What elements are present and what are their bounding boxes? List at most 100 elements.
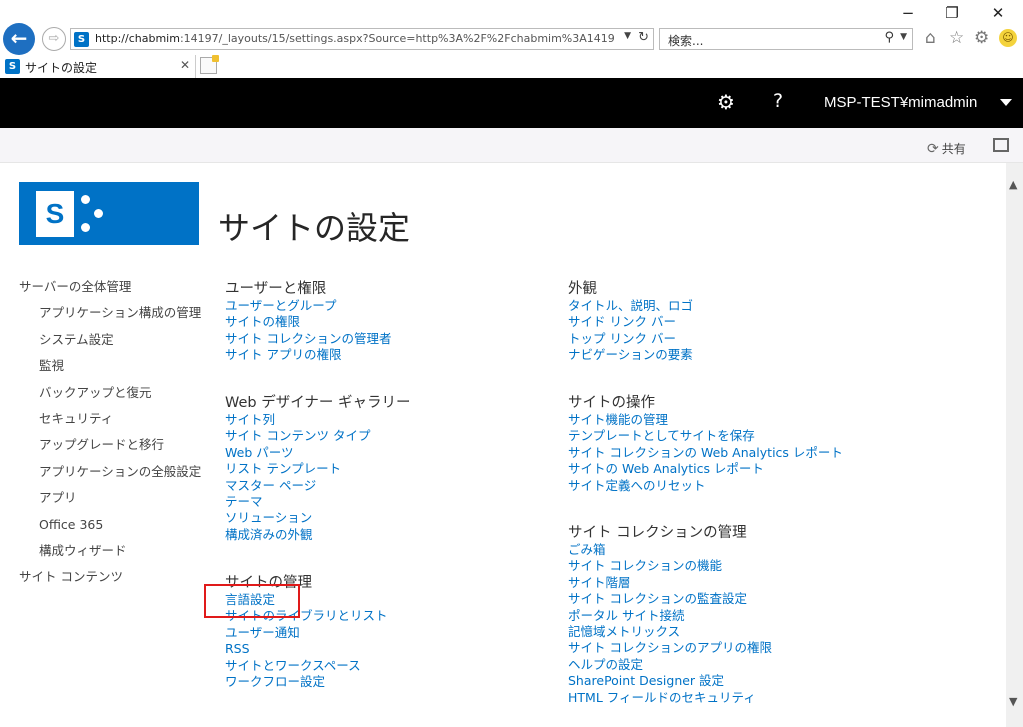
vertical-scrollbar[interactable]: ▲ ▼ [1006, 163, 1023, 727]
link-help-settings[interactable]: ヘルプの設定 [568, 657, 898, 673]
sharepoint-logo[interactable]: S [19, 182, 199, 245]
link-site-columns[interactable]: サイト列 [225, 412, 555, 428]
search-box[interactable]: 検索... ⚲ ▼ [659, 28, 913, 50]
nav-item-central-admin[interactable]: サーバーの全体管理 [19, 278, 209, 304]
url-path: :14197/_layouts/15/settings.aspx?Source=… [179, 32, 615, 45]
link-collection-app-permissions[interactable]: サイト コレクションのアプリの権限 [568, 640, 898, 656]
logo-node [94, 209, 103, 218]
new-tab-button[interactable] [200, 55, 219, 74]
user-dropdown-icon[interactable] [1000, 99, 1012, 106]
logo-node [81, 195, 90, 204]
link-user-alerts[interactable]: ユーザー通知 [225, 625, 555, 641]
link-site-collection-features[interactable]: サイト コレクションの機能 [568, 558, 898, 574]
link-recycle-bin[interactable]: ごみ箱 [568, 542, 898, 558]
ribbon: ⟳ 共有 [0, 128, 1023, 163]
link-solutions[interactable]: ソリューション [225, 510, 555, 526]
link-reset-site-definition[interactable]: サイト定義へのリセット [568, 478, 898, 494]
user-menu[interactable]: MSP-TEST¥mimadmin [824, 94, 977, 111]
nav-item-general-app-settings[interactable]: アプリケーションの全般設定 [19, 463, 209, 489]
link-quick-launch[interactable]: サイド リンク バー [568, 314, 898, 330]
link-sharepoint-designer-settings[interactable]: SharePoint Designer 設定 [568, 673, 898, 689]
link-site-web-analytics[interactable]: サイトの Web Analytics レポート [568, 461, 898, 477]
nav-item-apps[interactable]: アプリ [19, 489, 209, 515]
link-site-app-permissions[interactable]: サイト アプリの権限 [225, 347, 555, 363]
link-web-parts[interactable]: Web パーツ [225, 445, 555, 461]
section-title: サイト コレクションの管理 [568, 525, 747, 541]
scroll-up-icon[interactable]: ▲ [1009, 178, 1017, 191]
home-icon[interactable]: ⌂ [925, 28, 936, 48]
nav-item-config-wizards[interactable]: 構成ウィザード [19, 542, 209, 568]
nav-item-upgrade-migration[interactable]: アップグレードと移行 [19, 436, 209, 462]
search-icon[interactable]: ⚲ [884, 30, 894, 45]
link-title-description-logo[interactable]: タイトル、説明、ロゴ [568, 298, 898, 314]
sharepoint-favicon-icon: S [74, 32, 89, 47]
nav-item-app-management[interactable]: アプリケーション構成の管理 [19, 304, 209, 330]
feedback-smiley-icon[interactable]: ☺ [999, 29, 1017, 47]
left-navigation: サーバーの全体管理 アプリケーション構成の管理 システム設定 監視 バックアップ… [19, 278, 209, 595]
section-title: ユーザーと権限 [225, 281, 327, 297]
link-list-templates[interactable]: リスト テンプレート [225, 461, 555, 477]
link-portal-site-connection[interactable]: ポータル サイト接続 [568, 608, 898, 624]
address-dropdown-icon[interactable]: ▼ [624, 31, 631, 41]
section-users-permissions: ユーザーと権限 ユーザーとグループ サイトの権限 サイト コレクションの管理者 … [225, 280, 555, 364]
nav-item-system-settings[interactable]: システム設定 [19, 331, 209, 357]
link-site-hierarchy[interactable]: サイト階層 [568, 575, 898, 591]
section-title: サイトの操作 [568, 395, 655, 411]
sharepoint-s-icon: S [36, 191, 74, 237]
suite-bar: ⚙ ? MSP-TEST¥mimadmin [0, 78, 1023, 128]
link-sites-workspaces[interactable]: サイトとワークスペース [225, 658, 555, 674]
nav-item-site-contents[interactable]: サイト コンテンツ [19, 568, 209, 594]
search-input[interactable]: 検索... [668, 32, 703, 49]
forward-button[interactable]: ⇨ [42, 27, 66, 51]
forward-arrow-icon: ⇨ [48, 31, 60, 46]
link-save-site-as-template[interactable]: テンプレートとしてサイトを保存 [568, 428, 898, 444]
sharepoint-favicon-icon: S [5, 59, 20, 74]
nav-item-backup-restore[interactable]: バックアップと復元 [19, 384, 209, 410]
link-site-collection-admins[interactable]: サイト コレクションの管理者 [225, 331, 555, 347]
restore-button[interactable]: ❐ [937, 4, 967, 22]
nav-item-office365[interactable]: Office 365 [19, 516, 209, 542]
link-site-permissions[interactable]: サイトの権限 [225, 314, 555, 330]
page-title: サイトの設定 [218, 209, 411, 247]
link-audit-settings[interactable]: サイト コレクションの監査設定 [568, 591, 898, 607]
favorites-star-icon[interactable]: ☆ [949, 28, 964, 48]
browser-chrome: − ❐ ✕ ← ⇨ S http://chabmim:14197/_layout… [0, 0, 1023, 78]
minimize-button[interactable]: − [893, 4, 923, 22]
nav-item-monitoring[interactable]: 監視 [19, 357, 209, 383]
url-host: http://chabmim [95, 32, 180, 45]
browser-tab[interactable]: S サイトの設定 ✕ [0, 55, 196, 78]
link-rss[interactable]: RSS [225, 641, 555, 657]
back-button[interactable]: ← [3, 23, 35, 55]
search-dropdown-icon[interactable]: ▼ [900, 32, 907, 42]
back-arrow-icon: ← [10, 26, 28, 50]
link-navigation-elements[interactable]: ナビゲーションの要素 [568, 347, 898, 363]
link-storage-metrics[interactable]: 記憶域メトリックス [568, 624, 898, 640]
link-master-pages[interactable]: マスター ページ [225, 478, 555, 494]
tab-close-icon[interactable]: ✕ [180, 58, 190, 72]
link-users-groups[interactable]: ユーザーとグループ [225, 298, 555, 314]
tools-gear-icon[interactable]: ⚙ [974, 28, 989, 48]
link-html-field-security[interactable]: HTML フィールドのセキュリティ [568, 690, 898, 706]
tab-title: サイトの設定 [25, 61, 98, 75]
section-title: Web デザイナー ギャラリー [225, 395, 411, 411]
nav-item-security[interactable]: セキュリティ [19, 410, 209, 436]
link-composed-looks[interactable]: 構成済みの外観 [225, 527, 555, 543]
scroll-down-icon[interactable]: ▼ [1009, 695, 1017, 708]
link-themes[interactable]: テーマ [225, 494, 555, 510]
settings-gear-icon[interactable]: ⚙ [717, 90, 735, 114]
help-icon[interactable]: ? [773, 90, 783, 112]
share-label: 共有 [941, 142, 966, 156]
link-manage-site-features[interactable]: サイト機能の管理 [568, 412, 898, 428]
link-top-link-bar[interactable]: トップ リンク バー [568, 331, 898, 347]
share-button[interactable]: ⟳ 共有 [927, 140, 966, 157]
focus-content-icon[interactable] [993, 138, 1009, 152]
address-bar[interactable]: S http://chabmim:14197/_layouts/15/setti… [70, 28, 654, 50]
link-workflow-settings[interactable]: ワークフロー設定 [225, 674, 555, 690]
address-url[interactable]: http://chabmim:14197/_layouts/15/setting… [95, 32, 615, 45]
link-content-types[interactable]: サイト コンテンツ タイプ [225, 428, 555, 444]
link-collection-web-analytics[interactable]: サイト コレクションの Web Analytics レポート [568, 445, 898, 461]
refresh-icon[interactable]: ↻ [638, 30, 649, 45]
close-window-button[interactable]: ✕ [983, 4, 1013, 22]
section-site-collection-admin: サイト コレクションの管理 ごみ箱 サイト コレクションの機能 サイト階層 サイ… [568, 524, 898, 706]
logo-node [81, 223, 90, 232]
